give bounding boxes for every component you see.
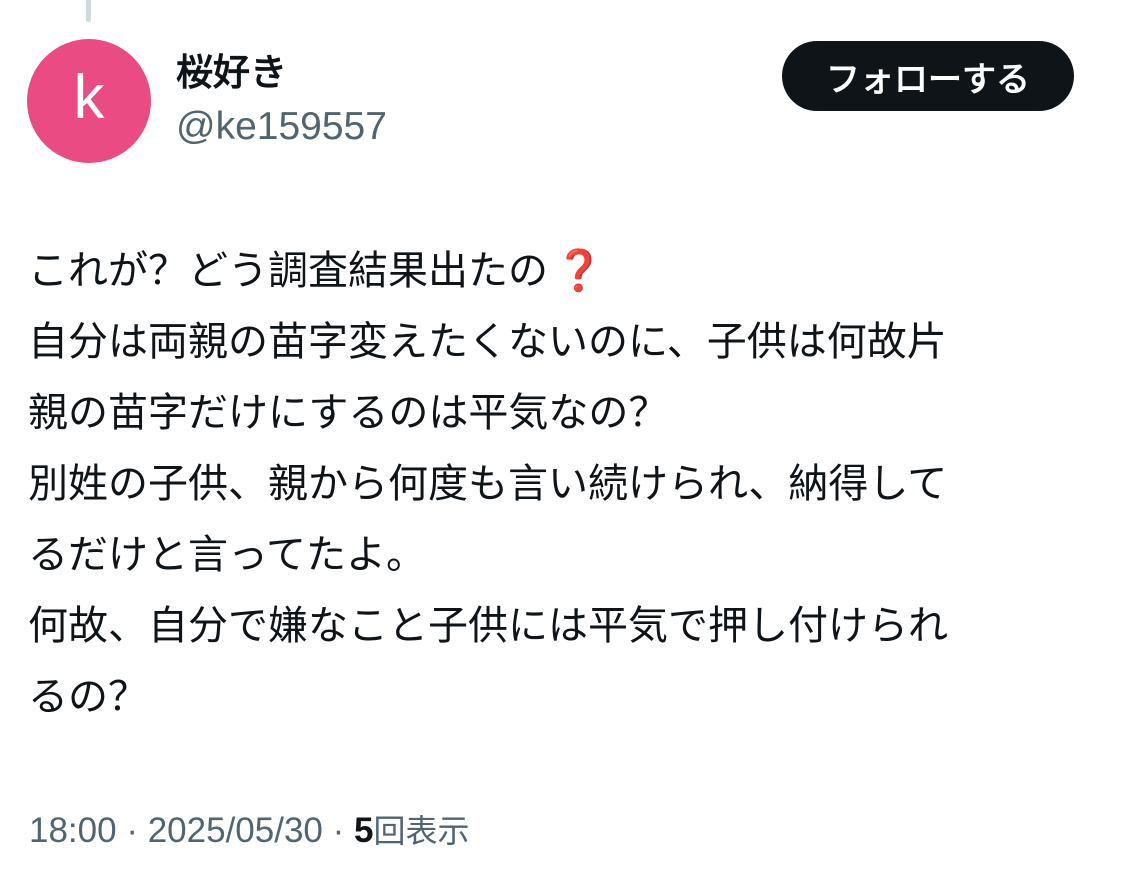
tweet-text-line-content: これが？どう調査結果出たの: [28, 248, 548, 294]
tweet-text-line: これが？どう調査結果出たの ❓: [28, 236, 1098, 307]
view-count: 5: [354, 811, 374, 850]
meta-separator: ·: [332, 811, 345, 850]
avatar-letter: k: [73, 63, 105, 132]
author-handle[interactable]: @ke159557: [176, 104, 387, 150]
tweet-metadata: 18:00 · 2025/05/30 · 5回表示: [29, 808, 470, 854]
red-question-mark-icon: ❓: [554, 248, 604, 294]
follow-button[interactable]: フォローする: [782, 41, 1074, 111]
tweet-text-line: 親の苗字だけにするのは平気なの？: [28, 390, 669, 436]
tweet-text-line: るだけと言ってたよ。: [28, 532, 426, 578]
tweet-text-line: るの？: [28, 674, 148, 720]
meta-separator: ·: [126, 811, 138, 850]
tweet-time[interactable]: 18:00: [29, 811, 117, 850]
tweet-text-line: 別姓の子供、親から何度も言い続けられ、納得して: [28, 461, 948, 507]
tweet-text-line: 自分は両親の苗字変えたくないのに、子供は何故片: [28, 319, 947, 365]
tweet-date[interactable]: 2025/05/30: [148, 811, 323, 850]
avatar[interactable]: k: [27, 39, 151, 163]
thread-connector-line: [86, 0, 91, 22]
tweet-text: これが？どう調査結果出たの ❓ 自分は両親の苗字変えたくないのに、子供は何故片 親…: [28, 236, 1098, 733]
author-display-name[interactable]: 桜好き: [176, 48, 387, 98]
author-info: 桜好き @ke159557: [176, 48, 387, 150]
view-count-label: 回表示: [373, 812, 470, 850]
tweet-text-line: 何故、自分で嫌なこと子供には平気で押し付けられ: [28, 603, 948, 649]
